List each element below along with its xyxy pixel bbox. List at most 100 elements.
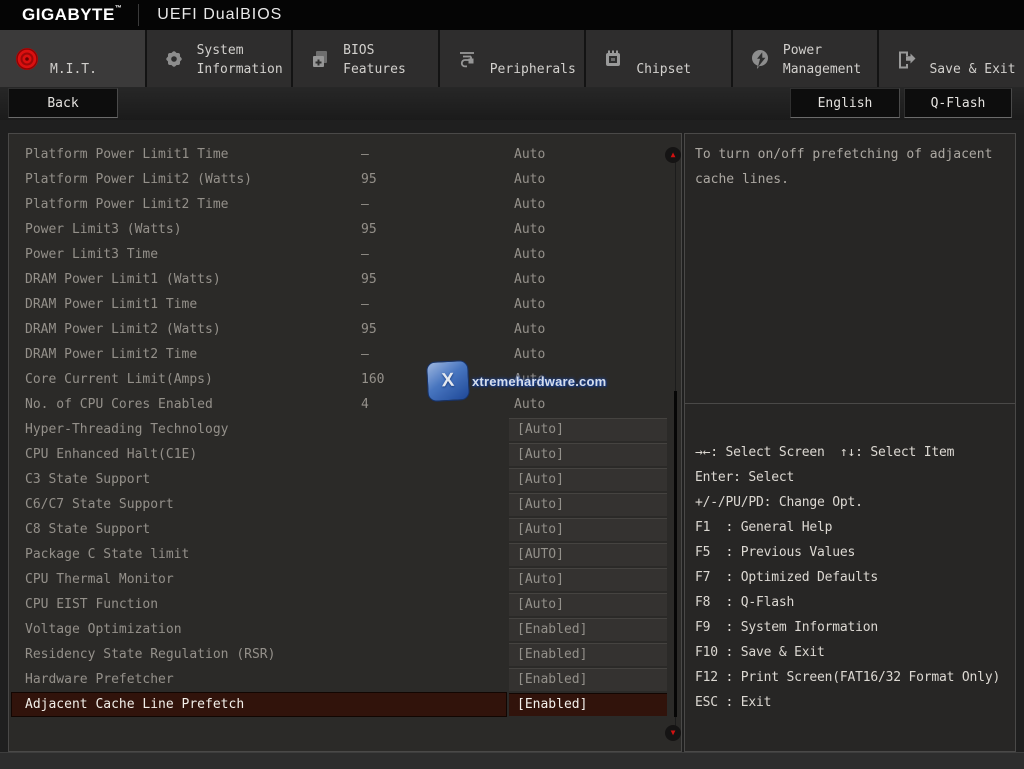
setting-default-value: – <box>361 142 369 167</box>
key-legend-line: Enter: Select <box>695 465 1015 490</box>
trademark-mark: ™ <box>115 5 123 12</box>
setting-row[interactable]: Power Limit3 (Watts)95Auto <box>9 217 681 242</box>
setting-default-value: 95 <box>361 267 377 292</box>
setting-row[interactable]: DRAM Power Limit2 Time–Auto <box>9 342 681 367</box>
tab-label-line: Save & Exit <box>929 60 1015 79</box>
setting-auto-value: Auto <box>514 267 545 292</box>
setting-name: CPU Thermal Monitor <box>25 567 174 592</box>
toolbar: Back English Q-Flash <box>0 87 1024 120</box>
scroll-up-icon[interactable]: ▲ <box>665 147 681 163</box>
setting-row[interactable]: C3 State Support [Auto] <box>9 467 681 492</box>
setting-row[interactable]: Residency State Regulation (RSR) [Enabled… <box>9 642 681 667</box>
tab-label: SystemInformation <box>197 39 283 79</box>
scrollbar-thumb[interactable] <box>674 391 677 717</box>
setting-auto-value: Auto <box>514 392 545 417</box>
tab-label-line: M.I.T. <box>50 60 97 79</box>
setting-row[interactable]: Package C State limit [AUTO] <box>9 542 681 567</box>
setting-name: No. of CPU Cores Enabled <box>25 392 213 417</box>
setting-name: Platform Power Limit2 Time <box>25 192 229 217</box>
tab-save-exit[interactable]: Save & Exit <box>879 30 1024 87</box>
key-legend-line: ESC : Exit <box>695 690 1015 715</box>
tab-label-line: Peripherals <box>490 60 576 79</box>
setting-row[interactable]: Adjacent Cache Line Prefetch[Enabled] <box>9 692 681 717</box>
settings-list: Platform Power Limit1 Time – Auto Platform … <box>9 142 681 717</box>
setting-name: CPU Enhanced Halt(C1E) <box>25 442 197 467</box>
setting-value-box[interactable]: [Auto] <box>509 518 667 541</box>
tab-label-line: Features <box>343 60 406 79</box>
setting-auto-value: Auto <box>514 317 545 342</box>
setting-row[interactable]: Voltage Optimization[Enabled] <box>9 617 681 642</box>
tab-bar: M.I.T.SystemInformationBIOSFeaturesPerip… <box>0 30 1024 87</box>
tab-label: Peripherals <box>490 39 576 79</box>
qflash-button[interactable]: Q-Flash <box>904 88 1012 118</box>
setting-default-value: 95 <box>361 217 377 242</box>
setting-row[interactable]: Core Current Limit(Amps)160Auto <box>9 367 681 392</box>
setting-row[interactable]: C6/C7 State Support[Auto] <box>9 492 681 517</box>
setting-row[interactable]: CPU Enhanced Halt(C1E) [Auto] <box>9 442 681 467</box>
setting-name: Platform Power Limit1 Time <box>25 142 229 167</box>
key-legend-line: →←: Select Screen ↑↓: Select Item <box>695 440 1015 465</box>
peripherals-icon <box>453 48 481 70</box>
setting-row[interactable]: DRAM Power Limit2 (Watts)95Auto <box>9 317 681 342</box>
setting-name: Hyper-Threading Technology <box>25 417 229 442</box>
setting-default-value: 4 <box>361 392 369 417</box>
setting-row[interactable]: CPU EIST Function [Auto] <box>9 592 681 617</box>
key-legend-panel: →←: Select Screen ↑↓: Select ItemEnter: … <box>684 404 1016 752</box>
tab-power-management[interactable]: PowerManagement <box>733 30 878 87</box>
setting-row[interactable]: No. of CPU Cores Enabled 4 Auto <box>9 392 681 417</box>
setting-value-box[interactable]: [Enabled] <box>509 643 667 666</box>
settings-panel: Platform Power Limit1 Time – Auto Platform … <box>8 133 682 752</box>
setting-default-value: – <box>361 292 369 317</box>
tab-chipset[interactable]: Chipset <box>586 30 731 87</box>
tab-label-line: Power <box>783 41 861 60</box>
setting-row[interactable]: Platform Power Limit2 (Watts)95Auto <box>9 167 681 192</box>
tab-label-line: System <box>197 41 283 60</box>
top-bar: GIGABYTE™ UEFI DualBIOS <box>0 0 1024 30</box>
tab-peripherals[interactable]: Peripherals <box>440 30 585 87</box>
setting-row[interactable]: Platform Power Limit2 Time–Auto <box>9 192 681 217</box>
setting-row[interactable]: Hyper-Threading Technology [Auto] <box>9 417 681 442</box>
setting-row[interactable]: Power Limit3 Time–Auto <box>9 242 681 267</box>
key-legend-line: F9 : System Information <box>695 615 1015 640</box>
key-legend-line: +/-/PU/PD: Change Opt. <box>695 490 1015 515</box>
setting-default-value: 95 <box>361 167 377 192</box>
tab-bios-features[interactable]: BIOSFeatures <box>293 30 438 87</box>
setting-value-box[interactable]: [Enabled] <box>509 668 667 691</box>
setting-name: Platform Power Limit2 (Watts) <box>25 167 252 192</box>
back-button[interactable]: Back <box>8 88 118 118</box>
setting-default-value: – <box>361 242 369 267</box>
tab-mit[interactable]: M.I.T. <box>0 30 145 87</box>
key-legend-line: F5 : Previous Values <box>695 540 1015 565</box>
setting-value-box[interactable]: [Auto] <box>509 418 667 441</box>
gigabyte-logo: GIGABYTE™ <box>22 5 122 25</box>
setting-name: C3 State Support <box>25 467 150 492</box>
setting-row[interactable]: C8 State Support[Auto] <box>9 517 681 542</box>
setting-row[interactable]: DRAM Power Limit1 Time–Auto <box>9 292 681 317</box>
mit-target-icon <box>13 46 41 72</box>
setting-name: DRAM Power Limit2 (Watts) <box>25 317 221 342</box>
setting-row[interactable]: CPU Thermal Monitor [Auto] <box>9 567 681 592</box>
setting-value-box[interactable]: [Auto] <box>509 493 667 516</box>
setting-name: Residency State Regulation (RSR) <box>25 642 275 667</box>
setting-value-box[interactable]: [Auto] <box>509 443 667 466</box>
chipset-icon <box>599 48 627 70</box>
setting-value-box[interactable]: [Auto] <box>509 468 667 491</box>
footer-bar <box>0 752 1024 769</box>
setting-value-box[interactable]: [Auto] <box>509 568 667 591</box>
setting-value-box[interactable]: [AUTO] <box>509 543 667 566</box>
tab-label: PowerManagement <box>783 39 861 79</box>
setting-row[interactable]: Hardware Prefetcher[Enabled] <box>9 667 681 692</box>
setting-name: Package C State limit <box>25 542 189 567</box>
setting-value-box[interactable]: [Enabled] <box>509 693 667 716</box>
setting-default-value: – <box>361 192 369 217</box>
setting-name: DRAM Power Limit1 (Watts) <box>25 267 221 292</box>
setting-value-box[interactable]: [Auto] <box>509 593 667 616</box>
tab-label-line: BIOS <box>343 41 406 60</box>
language-button[interactable]: English <box>790 88 900 118</box>
tab-system-information[interactable]: SystemInformation <box>147 30 292 87</box>
setting-value-box[interactable]: [Enabled] <box>509 618 667 641</box>
setting-row[interactable]: Platform Power Limit1 Time–Auto <box>9 142 681 167</box>
setting-row[interactable]: DRAM Power Limit1 (Watts) 95 Auto <box>9 267 681 292</box>
setting-name: CPU EIST Function <box>25 592 158 617</box>
scroll-down-icon[interactable]: ▼ <box>665 725 681 741</box>
